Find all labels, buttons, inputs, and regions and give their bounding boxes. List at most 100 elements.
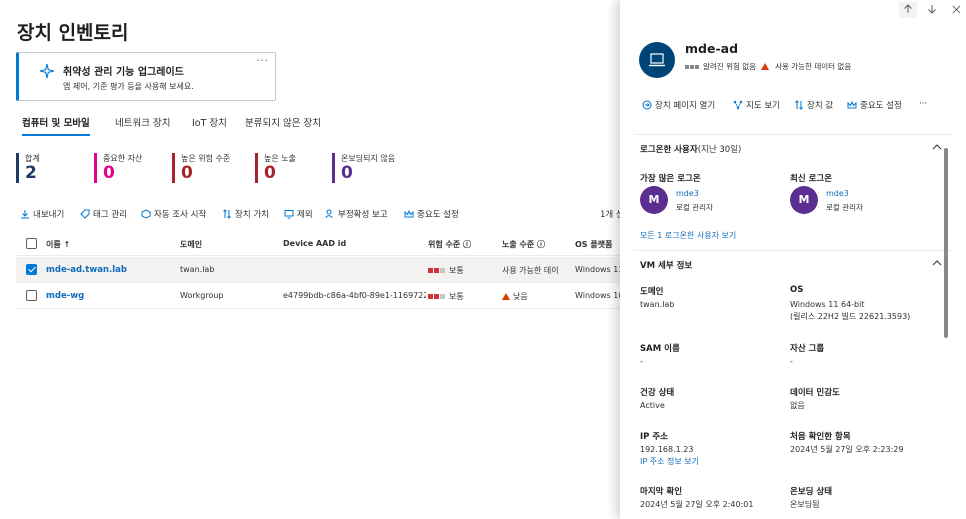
next-item-button[interactable] (923, 2, 941, 18)
tab-uncategorized-devices[interactable]: 분류되지 않은 장치 (245, 115, 321, 134)
ip-address-label: IP 주소 (640, 432, 668, 442)
first-seen-value: 2024년 5월 27일 오후 2:23:29 (790, 445, 904, 454)
more-actions-button[interactable]: ··· (919, 99, 927, 109)
exclude-button[interactable]: 제외 (284, 208, 313, 220)
stat-not-onboarded[interactable]: 온보딩되지 않음 0 (332, 153, 395, 183)
previous-item-button[interactable] (899, 2, 917, 18)
most-logons-label: 가장 많은 로그온 (640, 174, 701, 184)
risk-bar-icon (434, 294, 439, 299)
most-logon-user-role: 로컬 관리자 (676, 203, 713, 212)
view-all-logged-users-link[interactable]: 모든 1 로그온한 사용자 보기 (640, 230, 736, 241)
risk-bar-icon (440, 294, 445, 299)
exposure-level: 사용 가능한 데이 (502, 266, 559, 275)
risk-level: 보통 (428, 291, 464, 302)
table-row[interactable]: mde-wg Workgroup e4799bdb-c86a-4bf0-89e1… (16, 283, 620, 309)
download-icon (21, 210, 29, 219)
risk-status-text: 알려진 위험 없음 (703, 62, 757, 71)
table-row[interactable]: mde-ad.twan.lab twan.lab 보통 사용 가능한 데이 Wi… (16, 257, 620, 283)
column-header-name[interactable]: 이름 ↑ (46, 239, 70, 250)
risk-squares-icon (685, 62, 700, 71)
stat-critical-assets[interactable]: 중요한 자산 0 (94, 153, 142, 183)
logged-users-title: 로그온한 사용자 (640, 145, 698, 155)
chevron-up-icon[interactable] (932, 142, 942, 152)
tab-iot-devices[interactable]: IoT 장치 (192, 115, 227, 134)
select-all-checkbox[interactable] (26, 238, 37, 249)
stat-high-exposure[interactable]: 높은 노출 0 (255, 153, 296, 183)
column-header-aad-id[interactable]: Device AAD id (283, 239, 346, 248)
manage-tags-button[interactable]: 태그 관리 (80, 208, 127, 220)
logged-users-section-title[interactable]: 로그온한 사용자(지난 30일) (640, 143, 741, 155)
column-header-os[interactable]: OS 플랫폼 (575, 239, 612, 250)
tag-icon (80, 209, 90, 219)
risk-level-text: 보통 (449, 266, 464, 275)
column-header-domain[interactable]: 도메인 (180, 239, 202, 250)
sort-arrows-icon (795, 100, 803, 110)
os-platform: Windows 10 (575, 291, 620, 300)
stat-high-risk[interactable]: 높은 위험 수준 0 (172, 153, 230, 183)
monitor-icon (284, 210, 294, 219)
latest-logon-user-link[interactable]: mde3 (826, 189, 849, 198)
report-inaccuracy-button[interactable]: 부정확성 보고 (325, 208, 388, 220)
most-logon-user-link[interactable]: mde3 (676, 189, 699, 198)
graph-icon (733, 100, 743, 110)
stat-value: 0 (264, 163, 276, 183)
promo-title: 취약성 관리 기능 업그레이드 (63, 67, 184, 78)
device-value-label: 장치 가치 (235, 210, 269, 220)
auto-investigation-button[interactable]: 자동 조사 시작 (141, 208, 206, 220)
close-icon (952, 5, 960, 14)
device-value-button[interactable]: 장치 가치 (222, 208, 269, 220)
chevron-up-icon[interactable] (932, 258, 942, 268)
stat-value: 2 (25, 163, 37, 183)
latest-logon-user-role: 로컬 관리자 (826, 203, 863, 212)
warning-icon (502, 293, 510, 300)
user-avatar: M (640, 186, 668, 214)
crown-icon (847, 100, 857, 109)
close-panel-button[interactable] (947, 2, 965, 18)
os-platform: Windows 11 (575, 265, 620, 274)
ip-info-link[interactable]: IP 주소 정보 보기 (640, 456, 699, 467)
promo-more-button[interactable]: ··· (256, 56, 269, 67)
risk-bar-icon (440, 268, 445, 273)
row-checkbox[interactable] (26, 290, 37, 301)
user-avatar: M (790, 186, 818, 214)
arrow-up-icon (904, 4, 912, 13)
data-sensitivity-label: 데이터 민감도 (790, 388, 840, 398)
set-criticality-button[interactable]: 중요도 설정 (847, 99, 902, 111)
device-value-label: 장치 값 (807, 101, 834, 111)
set-criticality-button[interactable]: 중요도 설정 (404, 208, 459, 220)
open-device-page-button[interactable]: 장치 페이지 열기 (642, 99, 715, 111)
exposure-level-text: 낮음 (513, 292, 528, 301)
last-seen-label: 마지막 확인 (640, 487, 683, 497)
column-header-exposure[interactable]: 노출 수준 ⓘ (502, 239, 545, 250)
auto-investigation-label: 자동 조사 시작 (154, 210, 207, 220)
onboarding-status-value: 온보딩됨 (790, 500, 820, 509)
device-name-link[interactable]: mde-wg (46, 291, 84, 301)
view-map-button[interactable]: 지도 보기 (733, 99, 780, 111)
stat-total[interactable]: 합계 2 (16, 153, 40, 183)
vm-details-title[interactable]: VM 세부 정보 (640, 259, 692, 271)
section-divider (634, 250, 952, 251)
exclude-label: 제외 (297, 210, 313, 220)
hexagon-icon (141, 209, 151, 219)
os-label: OS (790, 285, 804, 295)
device-domain: twan.lab (180, 265, 215, 274)
report-inaccuracy-label: 부정확성 보고 (338, 210, 388, 220)
table-header: 이름 ↑ 도메인 Device AAD id 위험 수준 ⓘ 노출 수준 ⓘ O… (16, 232, 620, 256)
tab-computers-mobile[interactable]: 컴퓨터 및 모바일 (22, 115, 90, 136)
row-checkbox[interactable] (26, 264, 37, 275)
column-header-risk[interactable]: 위험 수준 ⓘ (428, 239, 471, 250)
promo-description: 앱 제어, 기준 평가 등을 사용해 보세요. (63, 82, 194, 91)
panel-scrollbar[interactable] (944, 148, 948, 338)
sort-arrows-icon (223, 209, 231, 219)
promo-card[interactable]: 취약성 관리 기능 업그레이드 앱 제어, 기준 평가 등을 사용해 보세요. … (16, 52, 276, 101)
os-build-value: (릴리스 22H2 빌드 22621.3593) (790, 312, 911, 321)
tab-network-devices[interactable]: 네트워크 장치 (115, 115, 170, 134)
onboarding-status-label: 온보딩 상태 (790, 487, 833, 497)
section-divider (634, 134, 952, 135)
risk-level: 보통 (428, 265, 464, 276)
export-button[interactable]: 내보내기 (20, 208, 64, 220)
sam-name-value: - (640, 357, 643, 366)
device-value-button[interactable]: 장치 값 (794, 99, 833, 111)
device-aad-id: e4799bdb-c86a-4bf0-89e1-11697223fd92 (283, 291, 426, 300)
device-name-link[interactable]: mde-ad.twan.lab (46, 265, 127, 275)
